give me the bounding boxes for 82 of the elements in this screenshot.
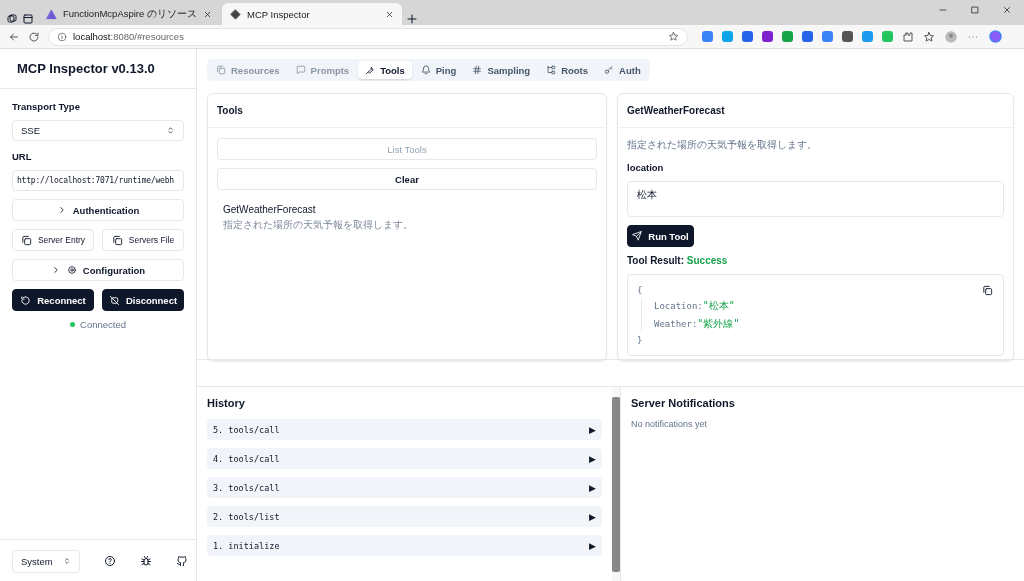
app-title: MCP Inspector v0.13.0 bbox=[0, 49, 196, 89]
tab[interactable]: Ping bbox=[413, 61, 464, 79]
tool-description: 指定された場所の天気予報を取得します。 bbox=[223, 218, 414, 232]
workspaces-icon bbox=[6, 13, 18, 25]
scrollbar[interactable] bbox=[612, 387, 620, 581]
chat-icon bbox=[295, 65, 306, 75]
run-tool-button[interactable]: Run Tool bbox=[627, 225, 694, 247]
copy-icon bbox=[111, 234, 123, 246]
tab[interactable]: Auth bbox=[597, 61, 648, 79]
disconnect-button[interactable]: Disconnect bbox=[102, 289, 184, 311]
authentication-button[interactable]: Authentication bbox=[12, 199, 184, 221]
field-label: URL bbox=[12, 151, 33, 162]
section-title: Server Notifications bbox=[631, 397, 736, 409]
close-icon bbox=[1002, 4, 1012, 15]
tree-icon bbox=[546, 65, 557, 75]
rotate-icon bbox=[20, 294, 32, 306]
github-icon bbox=[175, 555, 188, 567]
key-icon bbox=[604, 65, 615, 75]
history-item[interactable]: 1. initialize ▶ bbox=[207, 535, 602, 556]
chevron-updown-icon bbox=[166, 126, 175, 135]
puzzle-icon bbox=[902, 30, 914, 43]
maximize-icon bbox=[970, 4, 980, 15]
hash-icon bbox=[472, 65, 483, 75]
tab[interactable]: Tools bbox=[358, 61, 412, 79]
copy-icon bbox=[20, 234, 32, 246]
chevron-updown-icon bbox=[62, 557, 71, 565]
result-status: Success bbox=[686, 255, 728, 266]
history-item[interactable]: 3. tools/call ▶ bbox=[207, 477, 602, 498]
section-title: History bbox=[207, 397, 246, 409]
copilot-icon bbox=[988, 29, 1003, 44]
json-entry: Location:"松本" bbox=[654, 299, 735, 313]
servers-file-button[interactable]: Servers File bbox=[102, 229, 184, 251]
field-label: Transport Type bbox=[12, 101, 81, 112]
wrench-icon bbox=[365, 65, 376, 75]
history-item[interactable]: 4. tools/call ▶ bbox=[207, 448, 602, 469]
server-entry-button[interactable]: Server Entry bbox=[12, 229, 94, 251]
json-entry: Weather:"紫外線" bbox=[654, 317, 740, 331]
bug-icon bbox=[139, 555, 152, 567]
send-icon bbox=[632, 231, 643, 241]
diamond-icon bbox=[230, 8, 241, 20]
bell-icon bbox=[420, 65, 431, 75]
help-icon bbox=[103, 555, 116, 567]
result-label: Tool Result: bbox=[627, 255, 685, 266]
tool-description: 指定された場所の天気予報を取得します。 bbox=[627, 138, 818, 152]
close-icon bbox=[385, 9, 394, 19]
copy-icon bbox=[982, 285, 993, 296]
reconnect-button[interactable]: Reconnect bbox=[12, 289, 94, 311]
history-item[interactable]: 5. tools/call ▶ bbox=[207, 419, 602, 440]
avatar-icon bbox=[944, 29, 958, 44]
location-input[interactable]: 松本 bbox=[627, 181, 1004, 217]
url-text: localhost:8080/#resources bbox=[73, 31, 184, 42]
tab[interactable]: Roots bbox=[539, 61, 596, 79]
tab-actions-icon bbox=[22, 13, 34, 25]
back-icon bbox=[8, 30, 20, 43]
triangle-icon bbox=[46, 8, 57, 20]
card-title: GetWeatherForecast bbox=[618, 94, 1013, 128]
connection-status: Connected bbox=[80, 319, 126, 330]
info-icon bbox=[57, 31, 67, 42]
transport-select[interactable]: SSE bbox=[12, 120, 184, 141]
field-label: location bbox=[627, 162, 665, 173]
url-input[interactable]: http://localhost:7071/runtime/webh bbox=[12, 170, 184, 191]
browser-tab[interactable]: FunctionMcpAspire のリソース bbox=[38, 3, 218, 25]
copy-icon bbox=[216, 65, 226, 75]
history-item[interactable]: 2. tools/list ▶ bbox=[207, 506, 602, 527]
star-icon bbox=[668, 31, 679, 42]
clear-button[interactable]: Clear bbox=[217, 168, 597, 190]
reload-icon bbox=[28, 30, 40, 43]
close-icon bbox=[202, 9, 212, 19]
empty-message: No notifications yet bbox=[631, 419, 709, 429]
tool-name[interactable]: GetWeatherForecast bbox=[223, 204, 591, 215]
card-title: Tools bbox=[208, 94, 606, 128]
gear-icon bbox=[66, 265, 77, 275]
favorites-icon bbox=[923, 30, 935, 43]
address-bar[interactable]: localhost:8080/#resources bbox=[48, 27, 688, 46]
json-brace: } bbox=[637, 335, 643, 345]
unplug-icon bbox=[108, 294, 120, 306]
tab[interactable]: Sampling bbox=[465, 61, 538, 79]
browser-tab[interactable]: MCP Inspector bbox=[222, 3, 402, 25]
theme-select[interactable]: System bbox=[12, 549, 80, 573]
configuration-button[interactable]: Configuration bbox=[12, 259, 184, 281]
json-brace: { bbox=[637, 285, 643, 295]
new-tab-icon bbox=[406, 13, 418, 25]
